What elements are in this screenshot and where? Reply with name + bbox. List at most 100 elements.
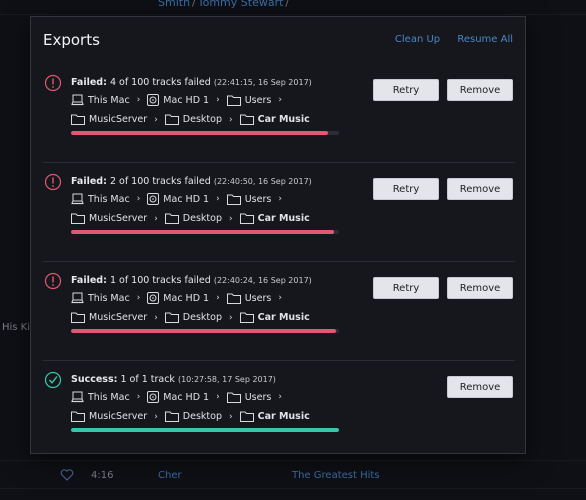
path-segment[interactable]: MusicServer xyxy=(71,411,147,422)
album-link[interactable]: The Greatest Hits xyxy=(292,470,380,481)
export-progress-bar xyxy=(71,428,339,432)
folder-icon xyxy=(226,95,245,106)
path-segment[interactable]: Users xyxy=(226,293,271,304)
folder-icon xyxy=(226,194,245,205)
retry-button[interactable]: Retry xyxy=(373,79,439,101)
resume-all-link[interactable]: Resume All xyxy=(457,34,513,45)
chevron-right-icon: › xyxy=(136,194,141,204)
path-segment[interactable]: Desktop xyxy=(164,312,222,323)
progress-fill xyxy=(71,329,337,333)
remove-button[interactable]: Remove xyxy=(447,376,513,398)
path-segment[interactable]: Desktop xyxy=(164,411,222,422)
path-segment[interactable]: Mac HD 1 xyxy=(147,292,209,304)
retry-button[interactable]: Retry xyxy=(373,178,439,200)
chevron-right-icon: › xyxy=(136,95,141,105)
folder-icon xyxy=(71,213,89,224)
status-label: Failed: xyxy=(71,176,107,187)
export-destination-path: This Mac › Mac HD 1 › Users › xyxy=(71,193,289,205)
artist-link[interactable]: Smith xyxy=(158,0,190,9)
remove-button[interactable]: Remove xyxy=(447,277,513,299)
export-status-line: Failed: 4 of 100 tracks failed (22:41:15… xyxy=(71,77,312,88)
path-segment-label: MusicServer xyxy=(89,312,148,323)
path-segment[interactable]: Car Music xyxy=(239,312,310,323)
chevron-right-icon: › xyxy=(154,312,158,323)
path-segment[interactable]: This Mac xyxy=(71,94,130,106)
path-segment-label: Mac HD 1 xyxy=(163,292,210,304)
chevron-right-icon: › xyxy=(216,95,220,105)
path-segment[interactable]: This Mac xyxy=(71,193,130,205)
path-segment[interactable]: Users xyxy=(226,94,272,106)
export-destination-path: MusicServer › Desktop › Car Music xyxy=(71,411,310,422)
retry-button[interactable]: Retry xyxy=(373,277,439,299)
path-segment-label: This Mac xyxy=(88,94,130,106)
folder-icon xyxy=(71,312,89,323)
path-segment[interactable]: Mac HD 1 xyxy=(147,391,209,403)
computer-icon xyxy=(71,94,88,106)
computer-icon xyxy=(71,292,88,304)
background-row-divider xyxy=(0,460,586,461)
clean-up-link[interactable]: Clean Up xyxy=(395,34,440,45)
export-progress-bar xyxy=(71,329,339,333)
folder-icon xyxy=(226,293,245,304)
artist-link[interactable]: Cher xyxy=(158,470,182,481)
export-status-line: Failed: 2 of 100 tracks failed (22:40:50… xyxy=(71,176,312,187)
alert-circle-icon xyxy=(44,173,62,191)
path-segment[interactable]: MusicServer xyxy=(71,114,147,125)
path-segment[interactable]: Car Music xyxy=(239,411,310,422)
link-separator: / xyxy=(192,0,196,9)
remove-button[interactable]: Remove xyxy=(447,178,513,200)
folder-icon xyxy=(226,392,245,403)
path-segment[interactable]: Users xyxy=(226,193,272,205)
export-destination-path: This Mac › Mac HD 1 › Users › xyxy=(71,292,289,304)
path-segment-label: Desktop xyxy=(182,312,222,323)
computer-icon xyxy=(71,193,88,205)
status-label: Failed: xyxy=(71,77,107,88)
dialog-title: Exports xyxy=(43,31,100,49)
export-destination-path: This Mac › Mac HD 1 › Users › xyxy=(71,94,289,106)
computer-icon xyxy=(71,391,88,403)
export-status-line: Failed: 1 of 100 tracks failed (22:40:24… xyxy=(71,275,312,286)
progress-fill xyxy=(71,131,329,135)
path-segment[interactable]: This Mac xyxy=(71,391,130,403)
background-artist-links: Smith / Tommy Stewart / xyxy=(158,0,291,9)
path-segment[interactable]: This Mac xyxy=(71,292,130,304)
status-detail: 4 of 100 tracks failed xyxy=(109,77,211,88)
export-timestamp: (22:40:24, 16 Sep 2017) xyxy=(213,276,312,285)
chevron-right-icon: › xyxy=(228,213,233,224)
chevron-right-icon: › xyxy=(154,411,158,422)
path-segment[interactable]: Car Music xyxy=(239,213,310,224)
path-segment-label: Mac HD 1 xyxy=(163,193,210,205)
path-segment[interactable]: MusicServer xyxy=(71,312,147,323)
export-destination-path: MusicServer › Desktop › Car Music xyxy=(71,312,310,323)
export-item: Failed: 1 of 100 tracks failed (22:40:24… xyxy=(43,262,515,361)
artist-link[interactable]: Tommy Stewart xyxy=(198,0,284,9)
folder-icon xyxy=(71,114,89,125)
chevron-right-icon: › xyxy=(216,293,220,303)
chevron-right-icon: › xyxy=(228,312,233,323)
hard-drive-icon xyxy=(147,391,163,403)
path-segment-label: This Mac xyxy=(88,391,130,403)
status-detail: 1 of 1 track xyxy=(120,374,175,385)
path-segment-label: Users xyxy=(244,94,272,106)
path-segment[interactable]: Desktop xyxy=(164,213,222,224)
export-progress-bar xyxy=(71,230,339,234)
path-segment[interactable]: Car Music xyxy=(239,114,310,125)
export-item: Success: 1 of 1 track (10:27:58, 17 Sep … xyxy=(43,361,515,460)
path-segment-label: Users xyxy=(244,391,272,403)
heart-icon[interactable] xyxy=(60,468,76,484)
path-segment-label: Car Music xyxy=(257,213,310,224)
path-segment-label: MusicServer xyxy=(89,114,148,125)
path-segment-label: Desktop xyxy=(182,411,222,422)
path-segment[interactable]: Mac HD 1 xyxy=(147,94,209,106)
path-segment[interactable]: Desktop xyxy=(164,114,222,125)
track-duration: 4:16 xyxy=(91,470,114,481)
remove-button[interactable]: Remove xyxy=(447,79,513,101)
path-segment[interactable]: MusicServer xyxy=(71,213,147,224)
link-separator: / xyxy=(285,0,290,9)
path-segment-label: Mac HD 1 xyxy=(163,94,210,106)
path-segment[interactable]: Mac HD 1 xyxy=(147,193,209,205)
export-progress-bar xyxy=(71,131,339,135)
path-segment-label: Users xyxy=(244,193,272,205)
alert-circle-icon xyxy=(44,74,62,92)
path-segment[interactable]: Users xyxy=(226,391,272,403)
